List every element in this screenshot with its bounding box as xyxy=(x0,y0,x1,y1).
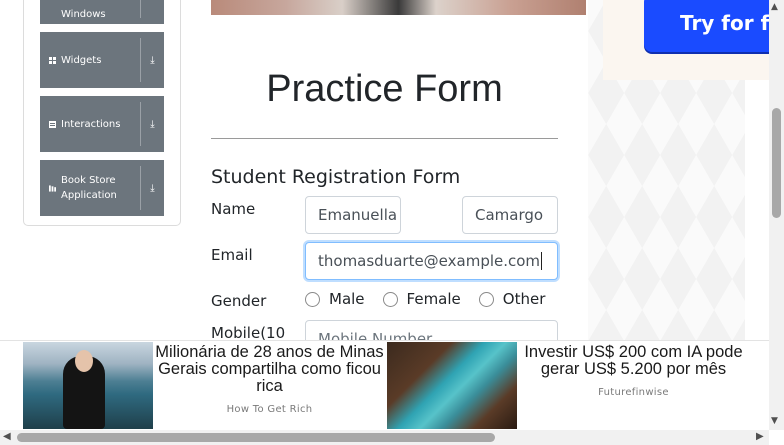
ad-card[interactable]: Milionária de 28 anos de Minas Gerais co… xyxy=(23,342,386,429)
radio-circle[interactable] xyxy=(478,291,494,307)
ad-text[interactable]: Milionária de 28 anos de Minas Gerais co… xyxy=(153,342,386,429)
sidebar-group-alerts-windows[interactable]: Windows ⤓ xyxy=(40,0,164,24)
last-name-value: Camargo xyxy=(475,206,544,224)
last-name-input[interactable]: Camargo xyxy=(462,196,558,234)
download-icon: ⤓ xyxy=(141,0,164,4)
email-value: thomasduarte@example.com xyxy=(318,252,541,270)
ad-image[interactable] xyxy=(23,342,153,429)
sidebar-group-widgets[interactable]: Widgets ⤓ xyxy=(40,32,164,88)
vertical-scrollbar[interactable]: ▲ ▼ xyxy=(769,0,784,430)
sidebar-group-book-store[interactable]: Book Store Application ⤓ xyxy=(40,160,164,216)
gender-label: Gender xyxy=(211,292,267,310)
ad-source: How To Get Rich xyxy=(226,404,313,415)
scroll-right-icon[interactable]: ▶ xyxy=(756,431,764,442)
gender-radio-male[interactable]: Male xyxy=(305,290,365,308)
download-icon: ⤓ xyxy=(150,54,155,66)
radio-label: Female xyxy=(406,290,461,308)
gender-radio-other[interactable]: Other xyxy=(478,290,546,308)
email-input[interactable]: thomasduarte@example.com xyxy=(305,242,558,280)
download-icon: ⤓ xyxy=(150,182,155,194)
sidebar-group-label: Interactions xyxy=(61,118,121,130)
email-label: Email xyxy=(211,246,253,264)
interactions-icon xyxy=(49,120,56,128)
ad-headline[interactable]: Investir US$ 200 com IA pode gerar US$ 5… xyxy=(517,344,750,378)
widgets-icon xyxy=(49,56,56,64)
gender-radio-female[interactable]: Female xyxy=(382,290,461,308)
first-name-input[interactable]: Emanuella xyxy=(305,196,401,234)
person-face xyxy=(75,350,93,372)
radio-label: Male xyxy=(329,290,365,308)
first-name-value: Emanuella xyxy=(318,206,398,224)
page-title: Practice Form xyxy=(266,68,503,110)
ad-source: Futurefinwise xyxy=(598,387,669,398)
try-free-button[interactable]: Try for fr xyxy=(644,0,784,52)
name-label: Name xyxy=(211,200,256,218)
ad-card[interactable]: Investir US$ 200 com IA pode gerar US$ 5… xyxy=(387,342,750,429)
radio-circle[interactable] xyxy=(305,291,320,307)
sidebar-group-label: Book Store Application xyxy=(61,173,140,203)
sidebar-group-label: Windows xyxy=(61,8,106,20)
title-divider xyxy=(211,138,558,139)
gender-radio-group: Male Female Other xyxy=(305,290,563,308)
ad-image[interactable] xyxy=(387,342,517,429)
scroll-down-icon[interactable]: ▼ xyxy=(771,416,778,426)
vertical-scroll-thumb[interactable] xyxy=(772,108,781,218)
label-line-2: Application xyxy=(61,190,117,201)
ad-headline[interactable]: Milionária de 28 anos de Minas Gerais co… xyxy=(153,344,386,395)
download-icon: ⤓ xyxy=(150,118,155,130)
text-cursor xyxy=(541,252,543,270)
radio-circle[interactable] xyxy=(382,291,398,307)
book-icon xyxy=(49,184,56,192)
horizontal-scrollbar[interactable]: ◀ ▶ xyxy=(0,430,769,445)
banner-image xyxy=(211,0,586,15)
ad-text[interactable]: Investir US$ 200 com IA pode gerar US$ 5… xyxy=(517,342,750,429)
scroll-up-icon[interactable]: ▲ xyxy=(771,2,778,12)
scroll-left-icon[interactable]: ◀ xyxy=(3,431,11,442)
sidebar-group-interactions[interactable]: Interactions ⤓ xyxy=(40,96,164,152)
try-button-label: Try for fr xyxy=(680,11,780,35)
radio-label: Other xyxy=(502,290,546,308)
horizontal-scroll-thumb[interactable] xyxy=(17,433,495,442)
label-line-1: Book Store xyxy=(61,175,116,186)
form-heading: Student Registration Form xyxy=(211,166,461,188)
sidebar-group-label: Widgets xyxy=(61,54,102,66)
